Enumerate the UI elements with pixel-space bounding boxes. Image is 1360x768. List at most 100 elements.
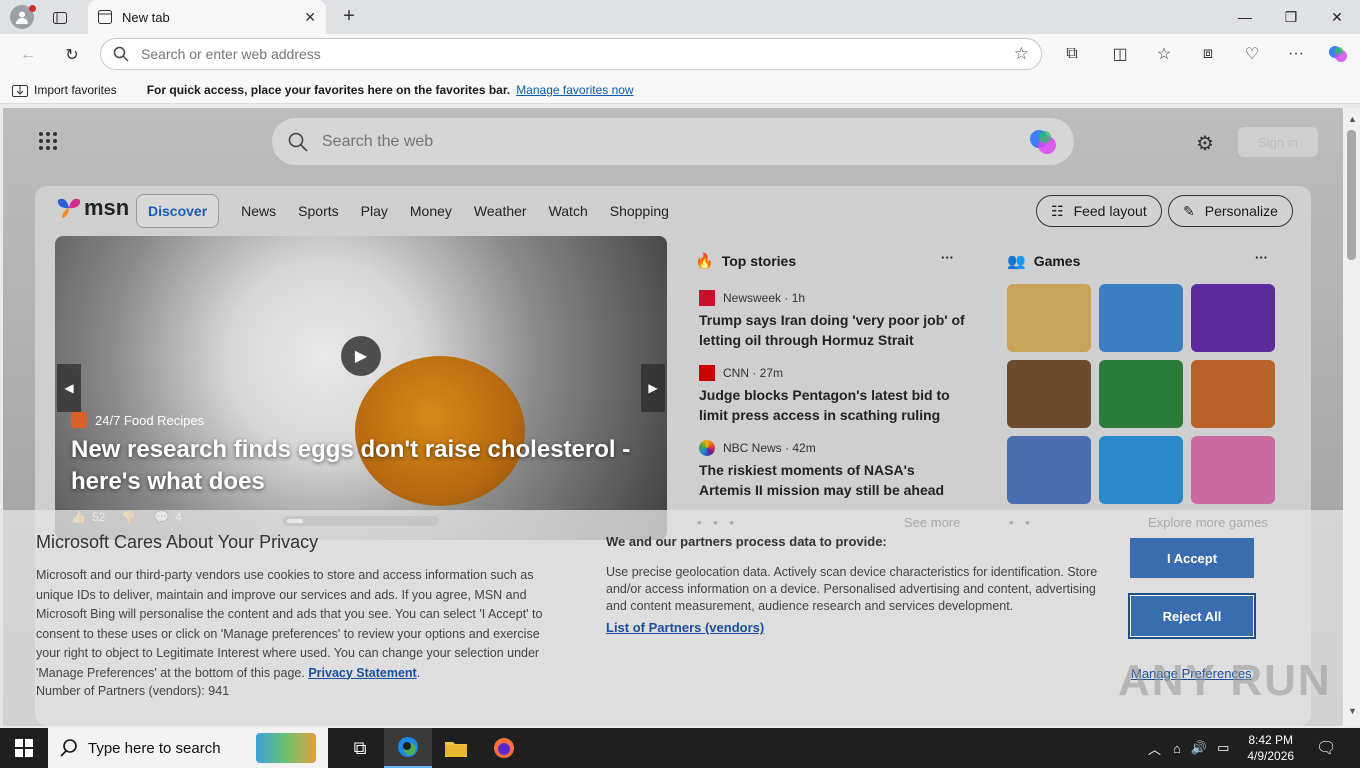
network-icon[interactable]: ⌂ xyxy=(1173,741,1181,756)
game-tile[interactable] xyxy=(1191,360,1275,428)
task-view-icon: ⧉ xyxy=(353,737,367,758)
nav-news[interactable]: News xyxy=(241,203,276,219)
partners-list-link[interactable]: List of Partners (vendors) xyxy=(606,620,764,635)
taskbar-search[interactable]: Type here to search xyxy=(48,728,328,768)
edge-taskbar-button[interactable] xyxy=(384,728,432,768)
nav-watch[interactable]: Watch xyxy=(549,203,588,219)
scroll-up-icon[interactable]: ▲ xyxy=(1348,114,1357,124)
address-input[interactable] xyxy=(141,46,1014,62)
address-bar[interactable]: ☆ xyxy=(100,38,1042,70)
nav-weather[interactable]: Weather xyxy=(474,203,527,219)
personalize-label: Personalize xyxy=(1204,203,1278,219)
refresh-button[interactable]: ↻ xyxy=(56,39,88,71)
games-pager[interactable]: • • xyxy=(1009,515,1034,530)
nav-shopping[interactable]: Shopping xyxy=(610,203,669,219)
nav-money[interactable]: Money xyxy=(410,203,452,219)
story-item[interactable]: Newsweek · 1h Trump says Iran doing 'ver… xyxy=(699,290,965,350)
story-headline[interactable]: Trump says Iran doing 'very poor job' of… xyxy=(699,310,965,350)
game-tile[interactable] xyxy=(1099,284,1183,352)
copilot-button[interactable] xyxy=(1322,38,1354,70)
minimize-button[interactable]: — xyxy=(1222,0,1268,34)
hero-next-button[interactable]: ▶ xyxy=(641,364,665,412)
favorites-button[interactable]: ☆ xyxy=(1148,38,1180,70)
story-item[interactable]: NBC News · 42m The riskiest moments of N… xyxy=(699,440,965,500)
accept-button[interactable]: I Accept xyxy=(1130,538,1254,578)
story-source: CNN · 27m xyxy=(723,366,784,380)
top-stories-pager[interactable]: • • • xyxy=(697,515,738,530)
browser-tab[interactable]: New tab ✕ xyxy=(88,0,326,34)
nav-play[interactable]: Play xyxy=(361,203,388,219)
volume-icon[interactable]: 🔊 xyxy=(1191,740,1207,756)
chevron-up-icon[interactable]: ︿ xyxy=(1148,739,1161,758)
explore-games-link[interactable]: Explore more games xyxy=(1148,515,1268,530)
file-explorer-button[interactable] xyxy=(432,728,480,768)
restore-button[interactable]: ❐ xyxy=(1268,0,1314,34)
story-headline[interactable]: The riskiest moments of NASA's Artemis I… xyxy=(699,460,965,500)
nav-sports[interactable]: Sports xyxy=(298,203,338,219)
firefox-button[interactable] xyxy=(480,728,528,768)
browser-essentials-button[interactable]: ♡ xyxy=(1236,38,1268,70)
edge-icon xyxy=(398,737,418,757)
game-tile[interactable] xyxy=(1099,436,1183,504)
back-button[interactable]: ← xyxy=(12,39,44,71)
top-stories-more-icon[interactable]: ··· xyxy=(941,250,954,265)
sign-in-label: Sign in xyxy=(1258,134,1298,150)
sign-in-button[interactable]: Sign in xyxy=(1238,127,1318,157)
close-window-button[interactable]: ✕ xyxy=(1314,0,1360,34)
new-tab-button[interactable]: + xyxy=(338,5,360,27)
play-button[interactable]: ▶ xyxy=(341,336,381,376)
newsweek-logo-icon xyxy=(699,290,715,306)
favorites-message: For quick access, place your favorites h… xyxy=(146,82,511,97)
apps-launcher-button[interactable] xyxy=(38,131,58,151)
data-title: We and our partners process data to prov… xyxy=(606,534,887,549)
games-more-icon[interactable]: ··· xyxy=(1255,250,1268,265)
folder-icon xyxy=(445,742,467,757)
msn-logo[interactable]: msn xyxy=(56,195,129,221)
manage-favorites-link[interactable]: Manage favorites now xyxy=(516,83,633,97)
puzzle-icon: ⧉ xyxy=(1066,45,1078,62)
search-highlight-image xyxy=(256,733,316,763)
feed-layout-button[interactable]: ☷ Feed layout xyxy=(1036,195,1162,227)
story-headline[interactable]: Judge blocks Pentagon's latest bid to li… xyxy=(699,385,965,425)
task-view-button[interactable]: ⧉ xyxy=(336,728,384,768)
msn-butterfly-icon xyxy=(57,198,81,218)
search-icon xyxy=(113,46,129,62)
anyrun-watermark: ANY RUN xyxy=(1118,656,1332,705)
see-more-link[interactable]: See more xyxy=(904,515,960,530)
hero-title[interactable]: New research finds eggs don't raise chol… xyxy=(71,434,631,498)
reject-all-button[interactable]: Reject All xyxy=(1128,593,1256,639)
page-scrollbar[interactable]: ▲ ▼ xyxy=(1343,108,1360,726)
hero-card[interactable]: ▶ ◀ ▶ 24/7 Food Recipes New research fin… xyxy=(55,236,667,540)
notifications-icon[interactable]: 🗨 xyxy=(1316,738,1336,758)
game-tile[interactable] xyxy=(1191,436,1275,504)
privacy-statement-link[interactable]: Privacy Statement xyxy=(308,666,416,680)
tab-actions-button[interactable] xyxy=(48,7,72,29)
nav-discover[interactable]: Discover xyxy=(136,194,220,228)
settings-more-button[interactable]: ··· xyxy=(1280,38,1312,70)
game-tile[interactable] xyxy=(1191,284,1275,352)
copilot-icon[interactable] xyxy=(1028,127,1058,157)
split-screen-button[interactable]: ◫ xyxy=(1104,38,1136,70)
close-tab-icon[interactable]: ✕ xyxy=(304,9,316,26)
import-favorites-button[interactable]: Import favorites xyxy=(12,83,117,97)
language-icon[interactable]: ▭ xyxy=(1217,740,1229,756)
scroll-thumb[interactable] xyxy=(1347,130,1356,260)
clock[interactable]: 8:42 PM 4/9/2026 xyxy=(1247,732,1294,764)
start-button[interactable] xyxy=(0,728,48,768)
collections-button[interactable]: ⧈ xyxy=(1192,38,1224,70)
game-tile[interactable] xyxy=(1007,360,1091,428)
game-tile[interactable] xyxy=(1007,284,1091,352)
split-screen-icon: ◫ xyxy=(1112,46,1128,63)
game-tile[interactable] xyxy=(1007,436,1091,504)
extensions-button[interactable]: ⧉ xyxy=(1056,38,1088,70)
favorite-star-icon[interactable]: ☆ xyxy=(1014,44,1029,64)
scroll-down-icon[interactable]: ▼ xyxy=(1348,706,1357,716)
page-settings-gear-icon[interactable]: ⚙ xyxy=(1196,131,1214,156)
web-search-box[interactable] xyxy=(272,118,1074,165)
personalize-button[interactable]: ✎ Personalize xyxy=(1168,195,1293,227)
web-search-input[interactable] xyxy=(322,132,1028,151)
hero-prev-button[interactable]: ◀ xyxy=(57,364,81,412)
game-tile[interactable] xyxy=(1099,360,1183,428)
story-item[interactable]: CNN · 27m Judge blocks Pentagon's latest… xyxy=(699,365,965,425)
system-tray: ︿ ⌂ 🔊 ▭ 8:42 PM 4/9/2026 🗨 xyxy=(1148,728,1336,768)
